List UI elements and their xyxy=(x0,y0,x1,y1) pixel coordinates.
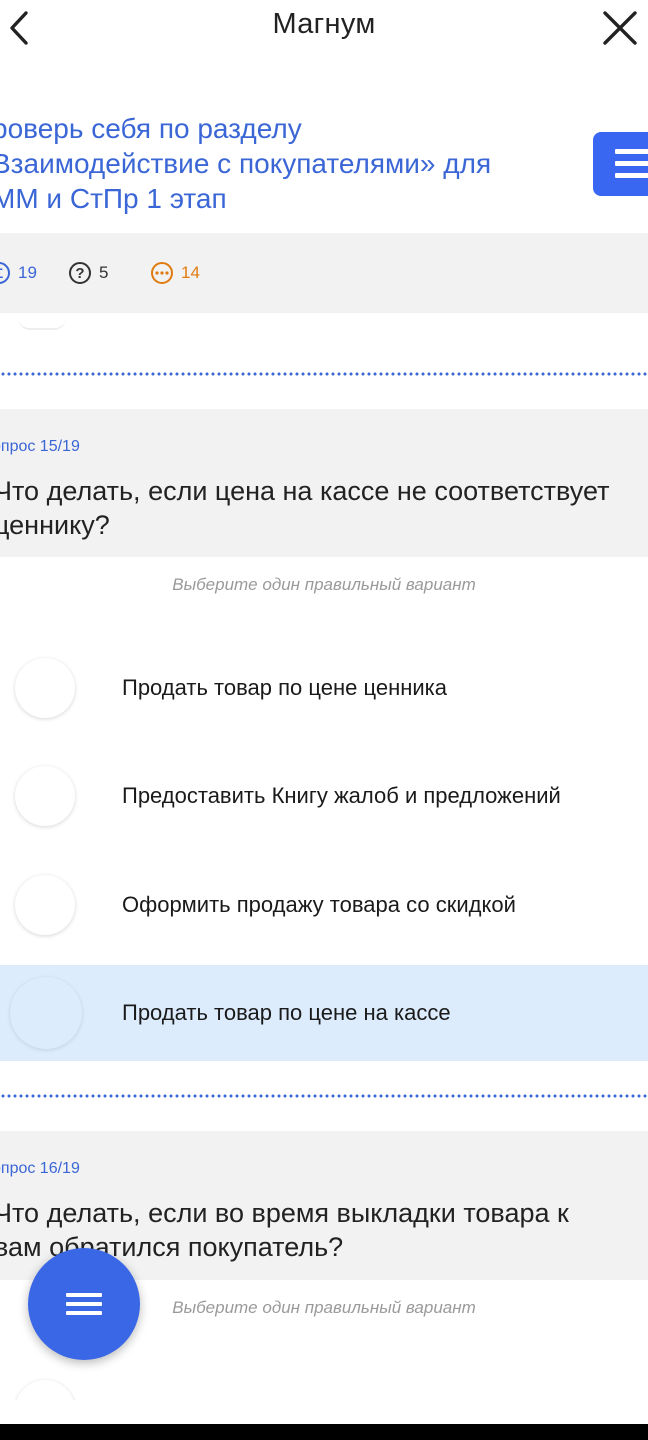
close-icon xyxy=(603,11,637,45)
section-divider xyxy=(0,1094,648,1098)
answer-option[interactable]: Продать товар по цене ценника xyxy=(0,640,648,736)
question-text-line: Что делать, если во время выкладки товар… xyxy=(0,1198,569,1228)
test-screen: Магнум роверь себя по разделу Взаимодейс… xyxy=(0,0,648,1400)
stat-total-value: 19 xyxy=(18,263,37,282)
test-title-line: роверь себя по разделу xyxy=(0,113,302,144)
stat-in-progress-value: 14 xyxy=(181,263,200,282)
option-radio-partial xyxy=(18,318,66,330)
question-number: опрос 16/19 xyxy=(0,1160,80,1177)
answer-option-label: Продать товар по цене ценника xyxy=(122,675,447,700)
radio-button-selected[interactable] xyxy=(10,977,82,1049)
stat-total: Σ 19 xyxy=(0,260,37,286)
question-icon: ? xyxy=(69,262,91,284)
questions-menu-fab[interactable] xyxy=(28,1248,140,1360)
answer-option-selected[interactable]: Продать товар по цене на кассе xyxy=(0,965,648,1061)
question-text-line: ценнику? xyxy=(0,510,110,540)
system-navigation-bar xyxy=(0,1424,648,1440)
stat-unanswered-value: 5 xyxy=(99,263,109,282)
radio-button[interactable] xyxy=(15,875,75,935)
questions-menu-button[interactable] xyxy=(593,132,648,196)
radio-button[interactable] xyxy=(15,658,75,718)
test-title-line: Взаимодействие с покупателями» для xyxy=(0,148,492,179)
answer-option-label: Оформить продажу товара со скидкой xyxy=(122,892,516,917)
section-divider xyxy=(0,372,648,376)
stat-in-progress: 14 xyxy=(151,260,200,286)
close-button[interactable] xyxy=(600,8,640,48)
app-header: Магнум xyxy=(0,0,648,56)
test-title-line: ММ и СтПр 1 этап xyxy=(0,183,227,214)
radio-button[interactable] xyxy=(15,766,75,826)
question-header: опрос 15/19 Что делать, если цена на кас… xyxy=(0,409,648,557)
question-number: опрос 15/19 xyxy=(0,438,80,455)
answer-hint: Выберите один правильный вариант xyxy=(172,575,476,594)
sigma-icon: Σ xyxy=(0,262,10,284)
answer-option[interactable]: Оформить продажу товара со скидкой xyxy=(0,857,648,953)
answer-option-label: Продать товар по цене на кассе xyxy=(122,1000,451,1025)
answer-option-label: Попросить покупателя подождать, пока вы xyxy=(122,1362,560,1400)
question-text-line: Что делать, если цена на кассе не соотве… xyxy=(0,476,610,506)
answer-option[interactable]: Предоставить Книгу жалоб и предложений xyxy=(0,748,648,844)
more-dots-icon xyxy=(151,262,173,284)
answer-option[interactable]: Попросить покупателя подождать, пока вы xyxy=(0,1362,648,1400)
stat-unanswered: ? 5 xyxy=(69,260,108,286)
stats-bar: Σ 19 ? 5 14 xyxy=(0,233,648,313)
app-title: Магнум xyxy=(272,8,376,40)
question-text: Что делать, если цена на кассе не соотве… xyxy=(0,474,648,542)
answer-option-label: Предоставить Книгу жалоб и предложений xyxy=(122,783,561,808)
radio-button[interactable] xyxy=(15,1380,75,1400)
test-title: роверь себя по разделу Взаимодействие с … xyxy=(0,111,552,216)
